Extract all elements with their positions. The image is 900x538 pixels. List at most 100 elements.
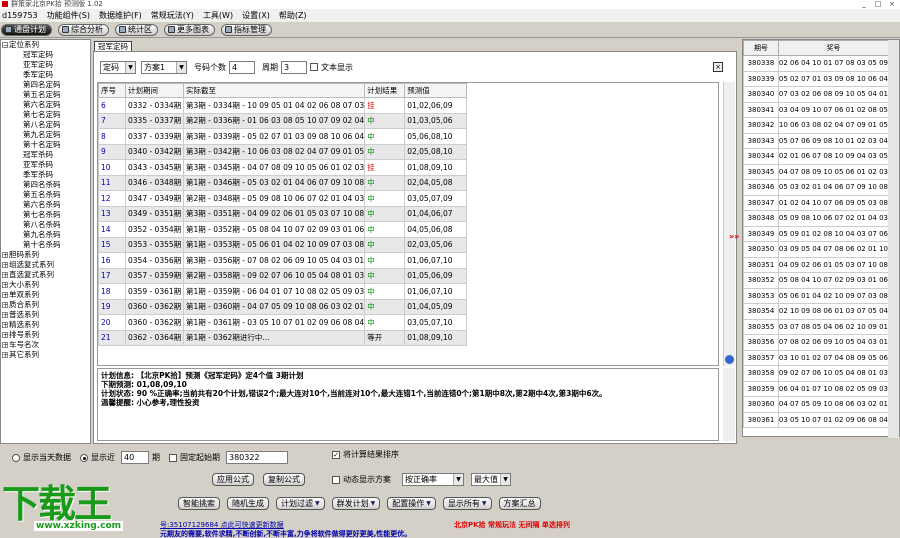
history-row[interactable]: 380339 05 02 07 01 03 09 08 10 06 04 [743,70,890,87]
show-today-radio[interactable] [12,453,20,462]
table-row[interactable]: 10 0343 - 0345期 第3期 - 0345期 - 04 07 08 09 … [98,159,468,176]
tree-item[interactable]: 第六名杀码 [1,200,90,210]
history-row[interactable]: 380359 06 04 01 07 10 08 02 05 09 03 [743,380,890,397]
table-row[interactable]: 13 0349 - 0351期 第3期 - 0351期 - 04 09 02 06 … [98,205,468,222]
toolbar-stats-button[interactable]: 统计区 [115,23,158,36]
tree-item[interactable]: 第五名定码 [1,90,90,100]
info-scrollbar[interactable] [723,368,735,441]
tree-group[interactable]: +排号系列 [1,330,90,340]
history-row[interactable]: 380346 05 03 02 01 04 06 07 09 10 08 [743,179,890,196]
table-row[interactable]: 14 0352 - 0354期 第1期 - 0352期 - 05 08 04 10 … [98,221,468,238]
tree-item[interactable]: 第九名杀码 [1,230,90,240]
random-generate-button[interactable]: 随机生成 [227,497,269,510]
tree-item[interactable]: 第七名杀码 [1,210,90,220]
tree-group[interactable]: +大小系列 [1,280,90,290]
history-row[interactable]: 380350 03 09 05 04 07 08 06 02 01 10 [743,241,890,258]
menu-play[interactable]: 常规玩法(Y) [151,9,194,22]
history-row[interactable]: 380342 10 06 03 08 02 04 07 09 01 05 [743,117,890,134]
maximize-button[interactable]: □ [872,0,884,8]
tree-item[interactable]: 第十名定码 [1,140,90,150]
table-row[interactable]: 9 0340 - 0342期 第3期 - 0342期 - 10 06 03 08 0… [98,143,468,160]
expand-icon[interactable]: + [2,282,8,289]
tree-item[interactable]: 冠军定码 [1,50,90,60]
config-button[interactable]: 配置操作 ▼ [387,497,436,510]
toolbar-index-button[interactable]: 指标管理 [221,23,272,36]
expand-icon[interactable]: + [2,352,8,359]
tree-group[interactable]: +普选系列 [1,310,90,320]
tree-item[interactable]: 亚军杀码 [1,160,90,170]
tree-group[interactable]: +质合系列 [1,300,90,310]
tree-item[interactable]: 第四名定码 [1,80,90,90]
menu-help[interactable]: 帮助(Z) [279,9,307,22]
table-row[interactable]: 17 0357 - 0359期 第2期 - 0358期 - 09 02 07 06 … [98,267,468,284]
history-row[interactable]: 380358 09 02 07 06 10 05 04 08 01 03 [743,365,890,382]
menu-function[interactable]: 功能组件(S) [47,9,90,22]
table-row[interactable]: 15 0353 - 0355期 第1期 - 0353期 - 05 06 01 04 … [98,236,468,253]
history-row[interactable]: 380354 02 10 09 08 06 01 03 07 05 04 [743,303,890,320]
col-header[interactable]: 期号 [743,40,779,56]
tree-item[interactable]: 第十名杀码 [1,240,90,250]
history-scrollbar[interactable] [888,40,899,438]
toolbar-analysis-button[interactable]: 综合分析 [58,23,109,36]
collapse-arrows-icon[interactable]: »» [729,232,739,241]
history-row[interactable]: 380345 04 07 08 09 10 05 06 01 02 03 [743,163,890,180]
history-row[interactable]: 380341 03 04 09 10 07 06 01 02 08 05 [743,101,890,118]
collapse-icon[interactable]: − [2,42,8,49]
tree-item[interactable]: 第六名定码 [1,100,90,110]
history-row[interactable]: 380351 04 09 02 06 01 05 03 07 10 08 [743,256,890,273]
expand-icon[interactable]: + [2,342,8,349]
menu-tools[interactable]: 工具(W) [203,9,233,22]
tree-group[interactable]: +胆码系列 [1,250,90,260]
tree-group[interactable]: +直选复式系列 [1,270,90,280]
expand-icon[interactable]: + [2,262,8,269]
history-row[interactable]: 380348 05 09 08 10 06 07 02 01 04 03 [743,210,890,227]
table-row[interactable]: 6 0332 - 0334期 第3期 - 0334期 - 10 09 05 01 0… [98,97,468,114]
expand-icon[interactable]: + [2,272,8,279]
col-header[interactable]: 计划结果 [364,83,406,98]
tree-group[interactable]: +精选系列 [1,320,90,330]
table-row[interactable]: 8 0337 - 0339期 第3期 - 0339期 - 05 02 07 01 0… [98,128,468,145]
mass-send-button[interactable]: 群发计划 ▼ [331,497,381,510]
col-header[interactable]: 实际截至 [182,83,366,98]
fix-start-checkbox[interactable] [169,453,177,462]
tree-item[interactable]: 第八名定码 [1,120,90,130]
tree-group[interactable]: +组选复式系列 [1,260,90,270]
tree-item[interactable]: 季军定码 [1,70,90,80]
tree-group[interactable]: +单双系列 [1,290,90,300]
history-row[interactable]: 380344 02 01 06 07 08 10 09 04 03 05 [743,148,890,165]
table-row[interactable]: 12 0347 - 0349期 第2期 - 0348期 - 05 09 08 10 … [98,190,468,207]
plan-summary-button[interactable]: 方案汇总 [498,497,541,510]
history-row[interactable]: 380353 05 06 01 04 02 10 09 07 03 08 [743,287,890,304]
table-row[interactable]: 20 0360 - 0362期 第1期 - 0361期 - 03 05 10 07 … [98,314,468,331]
plan-select[interactable]: 方案1 ▼ [141,60,187,74]
history-row[interactable]: 380347 01 02 04 10 07 06 09 05 03 08 [743,194,890,211]
sort-select[interactable]: 按正确率 ▼ [402,473,464,486]
history-row[interactable]: 380361 03 05 10 07 01 02 09 06 08 04 [743,411,890,428]
smart-search-button[interactable]: 智能挑索 [178,497,220,510]
table-row[interactable]: 19 0360 - 0362期 第1期 - 0360期 - 04 07 05 09 … [98,298,468,315]
expand-icon[interactable]: + [2,312,8,319]
scroll-down-icon[interactable] [725,355,734,364]
history-row[interactable]: 380356 07 08 02 06 09 10 05 04 03 01 [743,334,890,351]
show-all-button[interactable]: 显示所有 ▼ [442,497,492,510]
panel-close-icon[interactable]: × [713,62,723,72]
sort-checkbox[interactable] [332,450,340,459]
close-button[interactable]: × [886,0,898,8]
toolbar-chart-button[interactable]: 更多图表 [164,23,215,36]
menu-data[interactable]: 数据维护(F) [99,9,142,22]
apply-formula-button[interactable]: 应用公式 [212,473,254,486]
menu-settings[interactable]: 设置(X) [242,9,270,22]
plan-filter-button[interactable]: 计划过滤 ▼ [276,497,325,510]
table-row[interactable]: 16 0354 - 0356期 第3期 - 0356期 - 07 08 02 06 … [98,252,468,269]
copy-formula-button[interactable]: 复制公式 [263,473,305,486]
type-select[interactable]: 定码 ▼ [100,60,136,74]
text-display-checkbox[interactable] [310,63,318,71]
show-recent-radio[interactable] [80,453,88,462]
col-header[interactable]: 预测值 [404,83,468,98]
history-row[interactable]: 380340 07 03 02 06 08 09 10 05 04 01 [743,86,890,103]
history-row[interactable]: 380338 02 06 04 10 01 07 08 03 05 09 [743,55,890,72]
count-input[interactable]: 4 [229,60,255,74]
tree-item[interactable]: 亚军定码 [1,60,90,70]
expand-icon[interactable]: + [2,292,8,299]
tree-item[interactable]: 第七名定码 [1,110,90,120]
